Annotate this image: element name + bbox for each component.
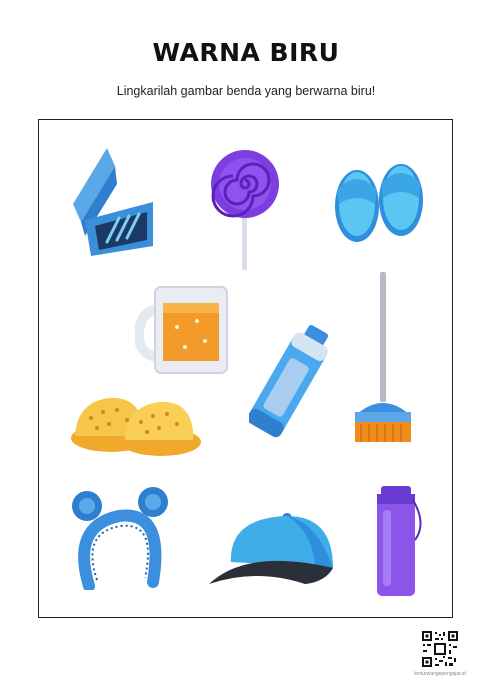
lollipop-icon[interactable] <box>207 148 283 272</box>
tumbler-icon[interactable] <box>249 320 333 442</box>
worksheet-instruction: Lingkarilah gambar benda yang berwarna b… <box>116 84 376 98</box>
mug-icon[interactable] <box>135 283 233 375</box>
clogs-icon[interactable] <box>69 388 201 460</box>
pencil-case-icon[interactable] <box>71 146 157 256</box>
bottle-icon[interactable] <box>371 484 423 598</box>
worksheet-frame <box>38 119 453 618</box>
qr-caption: lenturwangepengajar.id <box>414 671 466 677</box>
worksheet-title: WARNA BIRU <box>152 38 340 67</box>
sandals-icon[interactable] <box>329 160 429 244</box>
broom-icon[interactable] <box>347 272 417 444</box>
headband-icon[interactable] <box>69 486 173 590</box>
qr-code-icon <box>421 630 459 668</box>
cap-icon[interactable] <box>207 512 337 592</box>
